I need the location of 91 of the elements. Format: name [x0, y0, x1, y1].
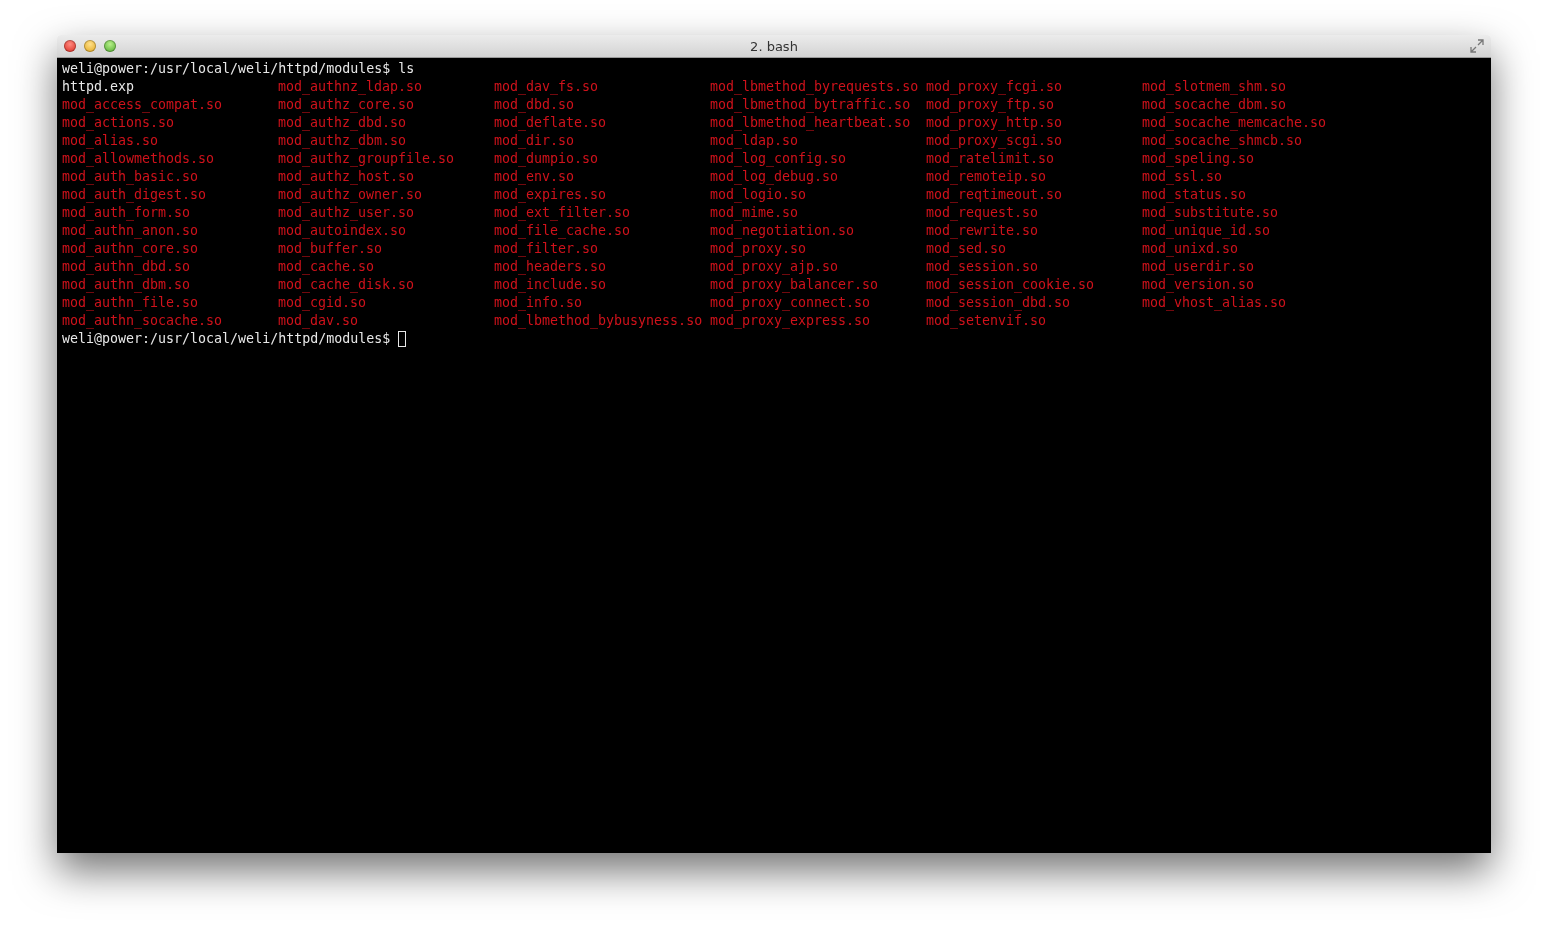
file-name: mod_authz_groupfile.so [278, 150, 456, 168]
file-name: mod_userdir.so [1142, 258, 1256, 276]
file-name: mod_reqtimeout.so [926, 186, 1064, 204]
file-name: mod_alias.so [62, 132, 160, 150]
file-name: mod_ldap.so [710, 132, 800, 150]
file-name: mod_authz_user.so [278, 204, 416, 222]
file-name: mod_log_config.so [710, 150, 848, 168]
file-name: mod_authn_dbm.so [62, 276, 192, 294]
file-name: mod_expires.so [494, 186, 608, 204]
file-name: mod_authnz_ldap.so [278, 78, 424, 96]
file-name: mod_remoteip.so [926, 168, 1048, 186]
command-line: weli@power:/usr/local/weli/httpd/modules$ ls [62, 60, 416, 78]
file-name: mod_cgid.so [278, 294, 368, 312]
text-cursor [398, 331, 407, 347]
file-name: mod_proxy_balancer.so [710, 276, 880, 294]
file-name: mod_version.so [1142, 276, 1256, 294]
file-name: mod_proxy_fcgi.so [926, 78, 1064, 96]
file-name: mod_sed.so [926, 240, 1008, 258]
file-name: mod_dav.so [278, 312, 360, 330]
file-name: mod_cache.so [278, 258, 376, 276]
file-name: mod_ssl.so [1142, 168, 1224, 186]
file-name: mod_setenvif.so [926, 312, 1048, 330]
file-name: mod_session.so [926, 258, 1040, 276]
file-name: mod_proxy_connect.so [710, 294, 872, 312]
file-name: mod_authz_dbm.so [278, 132, 408, 150]
file-name: mod_speling.so [1142, 150, 1256, 168]
file-name: mod_ratelimit.so [926, 150, 1056, 168]
file-name: mod_session_dbd.so [926, 294, 1072, 312]
file-name: mod_lbmethod_heartbeat.so [710, 114, 912, 132]
file-name: mod_dav_fs.so [494, 78, 600, 96]
file-name: mod_auth_form.so [62, 204, 192, 222]
file-name: mod_access_compat.so [62, 96, 224, 114]
file-name: mod_vhost_alias.so [1142, 294, 1288, 312]
shell-prompt: weli@power:/usr/local/weli/httpd/modules$ [62, 330, 391, 348]
file-name: mod_include.so [494, 276, 608, 294]
file-name: mod_lbmethod_bybusyness.so [494, 312, 704, 330]
file-name: mod_proxy_ftp.so [926, 96, 1056, 114]
file-name: mod_proxy_ajp.so [710, 258, 840, 276]
window-title: 2. bash [750, 38, 798, 54]
file-name: mod_authz_owner.so [278, 186, 424, 204]
file-name: mod_ext_filter.so [494, 204, 632, 222]
file-name: mod_file_cache.so [494, 222, 632, 240]
file-name: httpd.exp [62, 78, 136, 96]
file-name: mod_headers.so [494, 258, 608, 276]
file-name: mod_dumpio.so [494, 150, 600, 168]
close-button[interactable] [64, 40, 76, 52]
file-name: mod_filter.so [494, 240, 600, 258]
file-name: mod_dir.so [494, 132, 576, 150]
file-name: mod_info.so [494, 294, 584, 312]
file-name: mod_proxy_express.so [710, 312, 872, 330]
fullscreen-icon[interactable] [1470, 39, 1484, 53]
file-name: mod_authz_dbd.so [278, 114, 408, 132]
file-name: mod_authz_host.so [278, 168, 416, 186]
file-name: mod_cache_disk.so [278, 276, 416, 294]
file-name: mod_lbmethod_bytraffic.so [710, 96, 912, 114]
file-name: mod_auth_digest.so [62, 186, 208, 204]
file-name: mod_mime.so [710, 204, 800, 222]
file-name: mod_authn_socache.so [62, 312, 224, 330]
file-name: mod_slotmem_shm.so [1142, 78, 1288, 96]
file-name: mod_unique_id.so [1142, 222, 1272, 240]
file-name: mod_status.so [1142, 186, 1248, 204]
file-name: mod_socache_dbm.so [1142, 96, 1288, 114]
file-name: mod_substitute.so [1142, 204, 1280, 222]
file-name: mod_proxy_scgi.so [926, 132, 1064, 150]
file-name: mod_log_debug.so [710, 168, 840, 186]
file-name: mod_allowmethods.so [62, 150, 216, 168]
file-name: mod_auth_basic.so [62, 168, 200, 186]
file-name: mod_rewrite.so [926, 222, 1040, 240]
file-name: mod_authn_dbd.so [62, 258, 192, 276]
zoom-button[interactable] [104, 40, 116, 52]
file-name: mod_authn_core.so [62, 240, 200, 258]
file-name: mod_socache_memcache.so [1142, 114, 1328, 132]
file-name: mod_env.so [494, 168, 576, 186]
file-name: mod_request.so [926, 204, 1040, 222]
file-name: mod_proxy_http.so [926, 114, 1064, 132]
file-name: mod_lbmethod_byrequests.so [710, 78, 920, 96]
file-name: mod_authn_file.so [62, 294, 200, 312]
file-name: mod_deflate.so [494, 114, 608, 132]
file-name: mod_session_cookie.so [926, 276, 1096, 294]
file-name: mod_buffer.so [278, 240, 384, 258]
file-name: mod_proxy.so [710, 240, 808, 258]
file-name: mod_dbd.so [494, 96, 576, 114]
file-name: mod_socache_shmcb.so [1142, 132, 1304, 150]
file-name: mod_actions.so [62, 114, 176, 132]
minimize-button[interactable] [84, 40, 96, 52]
file-name: mod_logio.so [710, 186, 808, 204]
file-name: mod_authn_anon.so [62, 222, 200, 240]
file-name: mod_unixd.so [1142, 240, 1240, 258]
file-name: mod_authz_core.so [278, 96, 416, 114]
file-name: mod_negotiation.so [710, 222, 856, 240]
file-name: mod_autoindex.so [278, 222, 408, 240]
